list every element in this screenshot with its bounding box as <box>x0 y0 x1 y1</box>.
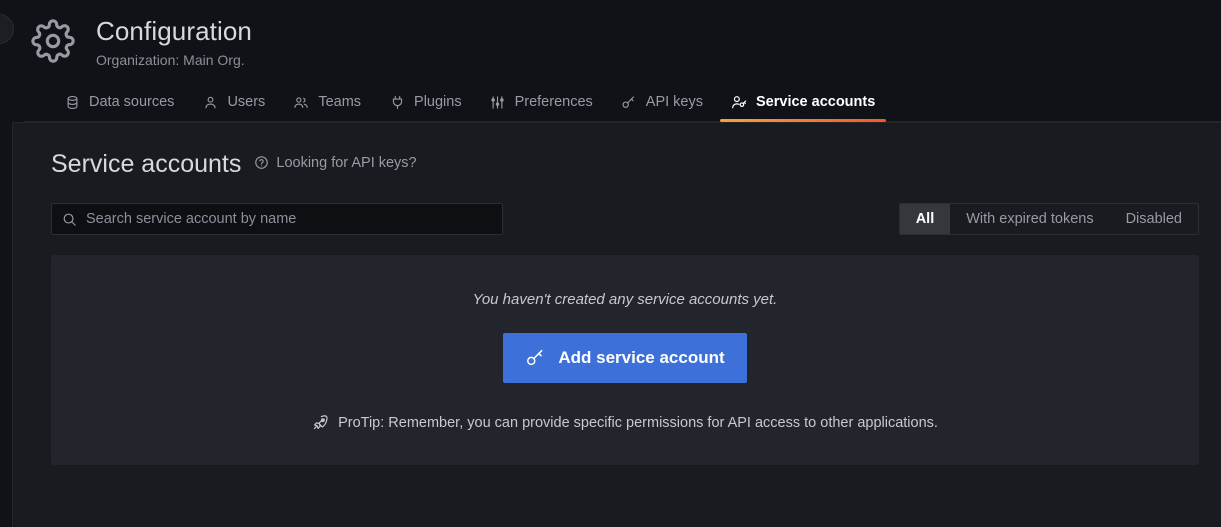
grafana-configuration-page: Configuration Organization: Main Org. Da… <box>0 0 1221 527</box>
page-title: Configuration <box>96 15 252 47</box>
api-link-label: Looking for API keys? <box>276 155 416 171</box>
section-title: Service accounts <box>51 149 241 179</box>
empty-state-message: You haven't created any service accounts… <box>473 291 778 308</box>
tab-service-accounts[interactable]: Service accounts <box>717 93 889 122</box>
tab-api-keys[interactable]: API keys <box>607 93 717 122</box>
add-service-account-button[interactable]: Add service account <box>503 333 746 383</box>
search-icon <box>62 212 77 227</box>
section-header: Service accounts Looking for API keys? <box>51 149 1205 179</box>
nav-rail <box>0 0 12 527</box>
filter-disabled[interactable]: Disabled <box>1110 204 1198 234</box>
key-icon <box>621 94 637 110</box>
page-header: Configuration Organization: Main Org. Da… <box>12 0 1221 122</box>
tab-label: Users <box>227 93 265 111</box>
key-icon <box>525 348 545 368</box>
tab-label: Data sources <box>89 93 174 111</box>
question-circle-icon <box>254 155 269 170</box>
avatar[interactable] <box>0 14 14 44</box>
tab-data-sources[interactable]: Data sources <box>50 93 188 122</box>
tab-users[interactable]: Users <box>188 93 279 122</box>
users-group-icon <box>293 94 309 110</box>
tab-preferences[interactable]: Preferences <box>476 93 607 122</box>
tab-label: Service accounts <box>756 93 875 111</box>
tab-teams[interactable]: Teams <box>279 93 375 122</box>
search-input[interactable] <box>86 204 492 234</box>
search-field[interactable] <box>51 203 503 235</box>
database-icon <box>64 94 80 110</box>
filter-with-expired-tokens[interactable]: With expired tokens <box>950 204 1109 234</box>
looking-for-api-keys-link[interactable]: Looking for API keys? <box>254 155 416 171</box>
tab-plugins[interactable]: Plugins <box>375 93 476 122</box>
protip: ProTip: Remember, you can provide specif… <box>312 414 938 431</box>
tab-label: Plugins <box>414 93 462 111</box>
protip-text: ProTip: Remember, you can provide specif… <box>338 415 938 431</box>
tab-label: Teams <box>318 93 361 111</box>
sliders-icon <box>490 94 506 110</box>
empty-state-panel: You haven't created any service accounts… <box>51 255 1199 465</box>
gear-icon <box>28 16 78 66</box>
page-header-top: Configuration Organization: Main Org. <box>12 12 1221 70</box>
tab-label: Preferences <box>515 93 593 111</box>
toolbar: All With expired tokens Disabled <box>51 203 1205 235</box>
tab-label: API keys <box>646 93 703 111</box>
header-titles: Configuration Organization: Main Org. <box>96 14 252 70</box>
user-icon <box>202 94 218 110</box>
plug-icon <box>389 94 405 110</box>
add-button-label: Add service account <box>558 348 724 368</box>
content-area: Service accounts Looking for API keys? <box>12 122 1221 527</box>
user-key-icon <box>731 94 747 110</box>
rocket-icon <box>312 414 329 431</box>
main-column: Configuration Organization: Main Org. Da… <box>12 0 1221 527</box>
filter-all[interactable]: All <box>900 204 951 234</box>
config-tabs: Data sources Users <box>12 84 1221 122</box>
page-subtitle: Organization: Main Org. <box>96 50 252 70</box>
filter-radio-group: All With expired tokens Disabled <box>899 203 1199 235</box>
